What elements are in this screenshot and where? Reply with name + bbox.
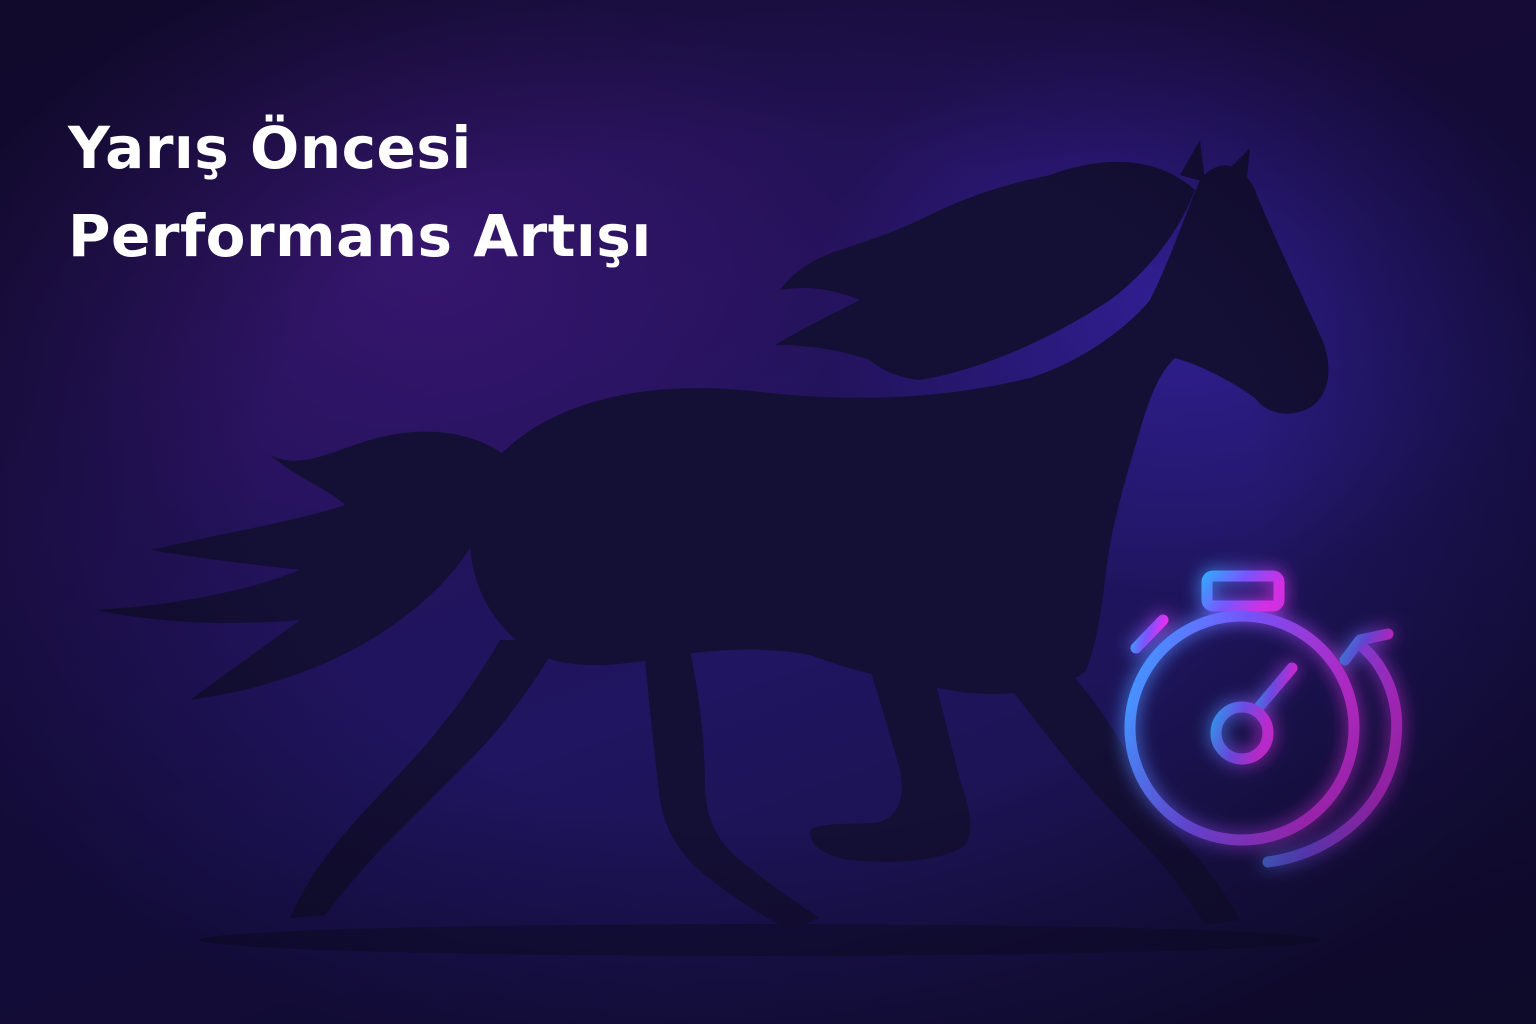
title-line-2: Performans Artışı <box>68 202 652 270</box>
page-title: Yarış Öncesi Performans Artışı <box>68 104 652 280</box>
stopwatch-refresh-icon <box>1124 570 1403 868</box>
hero-banner: Yarış Öncesi Performans Artışı <box>0 0 1536 1024</box>
title-line-1: Yarış Öncesi <box>68 114 472 182</box>
ground-shadow <box>200 924 1320 956</box>
